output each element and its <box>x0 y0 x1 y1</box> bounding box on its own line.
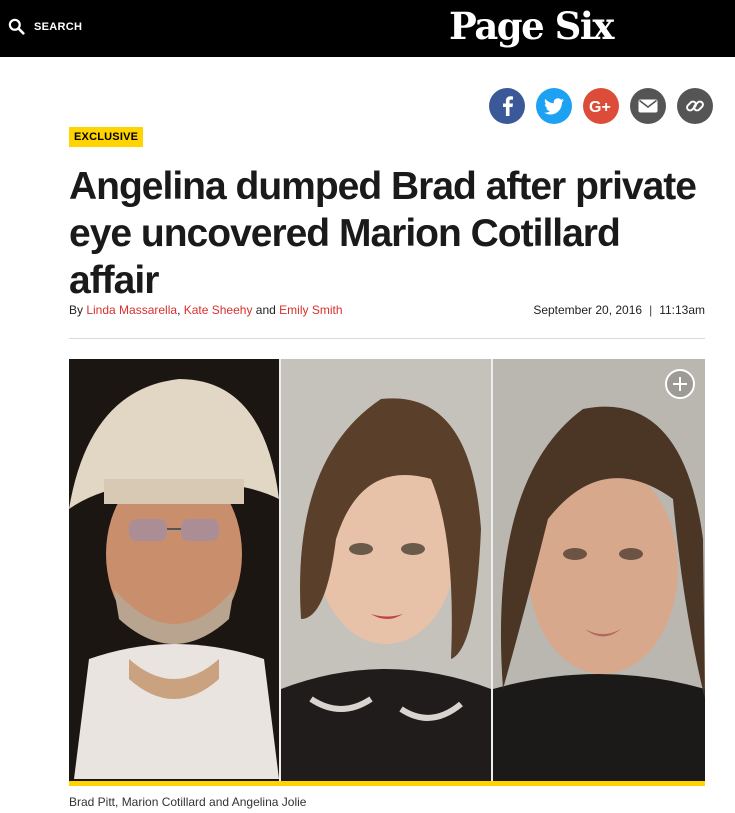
site-logo[interactable]: Page Six <box>449 3 614 49</box>
search-icon <box>8 18 25 35</box>
author-separator: , <box>177 303 184 317</box>
google-plus-share-button[interactable]: G+ <box>583 88 619 124</box>
photo-accent-bar <box>69 781 705 786</box>
time-text: 11:13am <box>659 303 705 317</box>
author-link-1[interactable]: Linda Massarella <box>86 303 177 317</box>
twitter-share-button[interactable] <box>536 88 572 124</box>
facebook-share-button[interactable] <box>489 88 525 124</box>
facebook-icon <box>499 96 515 116</box>
exclusive-tag[interactable]: EXCLUSIVE <box>69 127 144 147</box>
article-photo[interactable] <box>69 359 705 781</box>
link-icon <box>685 96 705 116</box>
divider <box>69 338 705 339</box>
svg-text:G+: G+ <box>589 99 611 114</box>
search-button[interactable]: SEARCH <box>8 18 82 35</box>
photo-panel-angelina-jolie <box>493 359 705 781</box>
email-icon <box>638 99 658 113</box>
author-link-3[interactable]: Emily Smith <box>279 303 342 317</box>
date-text: September 20, 2016 <box>533 303 643 317</box>
share-bar: G+ <box>489 88 713 124</box>
photo-panel-brad-pitt <box>69 359 279 781</box>
email-share-button[interactable] <box>630 88 666 124</box>
google-plus-icon: G+ <box>589 98 613 114</box>
byline-prefix: By <box>69 303 87 317</box>
article-headline: Angelina dumped Brad after private eye u… <box>69 165 697 302</box>
search-label: SEARCH <box>34 20 83 33</box>
twitter-icon <box>544 97 564 115</box>
top-bar: SEARCH Page Six <box>0 0 735 57</box>
author-separator: and <box>252 303 280 317</box>
publish-date: September 20, 2016 | 11:13am <box>533 303 705 317</box>
author-link-2[interactable]: Kate Sheehy <box>184 303 253 317</box>
photo-caption: Brad Pitt, Marion Cotillard and Angelina… <box>69 795 307 809</box>
expand-photo-button[interactable] <box>665 369 695 399</box>
photo-panel-marion-cotillard <box>281 359 491 781</box>
date-separator: | <box>649 303 653 317</box>
copy-link-button[interactable] <box>677 88 713 124</box>
byline: By Linda Massarella, Kate Sheehy and Emi… <box>69 303 343 317</box>
